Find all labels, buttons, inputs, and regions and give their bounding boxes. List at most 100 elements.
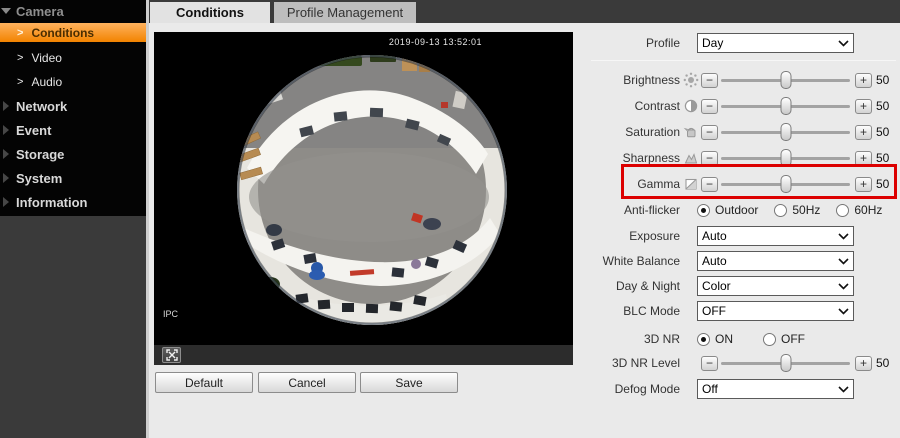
triangle-down-icon [1, 8, 11, 14]
contrast-slider-thumb[interactable] [780, 97, 791, 115]
day-night-select[interactable]: Color [697, 276, 854, 296]
saturation-slider-thumb[interactable] [780, 123, 791, 141]
defog-select[interactable]: Off [697, 379, 854, 399]
defog-row: Defog Mode Off [585, 379, 896, 399]
chevron-right-icon: > [17, 51, 24, 64]
triangle-right-icon [3, 173, 9, 183]
white-balance-select[interactable]: Auto [697, 251, 854, 271]
sidebar-section-label: System [16, 170, 63, 186]
defog-label: Defog Mode [614, 382, 680, 396]
tab-profile-management[interactable]: Profile Management [274, 2, 416, 23]
radio-checked-icon[interactable] [697, 203, 710, 217]
saturation-row: Saturation − + 50 [585, 122, 896, 142]
nr3d-level-increase-button[interactable]: + [855, 355, 872, 371]
nr3d-option-on[interactable]: ON [697, 332, 733, 346]
sidebar-section-label: Camera [16, 3, 64, 19]
brightness-decrease-button[interactable]: − [701, 72, 718, 88]
sidebar-section-event[interactable]: Event [0, 120, 146, 140]
sidebar-item-conditions[interactable]: > Conditions [0, 23, 146, 42]
video-preview: 2019-09-13 13:52:01 IPC [154, 32, 573, 365]
sharpness-slider-thumb[interactable] [780, 149, 791, 167]
gamma-increase-button[interactable]: + [855, 176, 872, 192]
radio-unchecked-icon[interactable] [763, 332, 776, 346]
contrast-slider[interactable] [721, 97, 850, 115]
nr3d-level-label: 3D NR Level [611, 356, 680, 370]
nr3d-radio-group: ON OFF [697, 332, 805, 346]
sidebar-section-information[interactable]: Information [0, 192, 146, 212]
sidebar-section-storage[interactable]: Storage [0, 144, 146, 164]
sharpness-decrease-button[interactable]: − [701, 150, 718, 166]
white-balance-label: White Balance [602, 254, 680, 268]
profile-row: Profile Day [585, 33, 896, 53]
brightness-icon [683, 72, 699, 88]
blc-mode-select[interactable]: OFF [697, 301, 854, 321]
sharpness-increase-button[interactable]: + [855, 150, 872, 166]
nr3d-level-slider-thumb[interactable] [780, 354, 791, 372]
sidebar-item-audio[interactable]: > Audio [0, 72, 146, 91]
gamma-decrease-button[interactable]: − [701, 176, 718, 192]
brightness-increase-button[interactable]: + [855, 72, 872, 88]
sidebar-section-label: Event [16, 122, 52, 138]
saturation-slider[interactable] [721, 123, 850, 141]
radio-unchecked-icon[interactable] [836, 203, 850, 217]
nr3d-option-off[interactable]: OFF [763, 332, 805, 346]
exposure-label: Exposure [629, 229, 680, 243]
gamma-slider[interactable] [721, 175, 850, 193]
white-balance-value: Auto [702, 254, 727, 268]
nr3d-row: 3D NR ON OFF [585, 329, 896, 349]
contrast-increase-button[interactable]: + [855, 98, 872, 114]
contrast-row: Contrast − + 50 [585, 96, 896, 116]
brightness-slider-thumb[interactable] [780, 71, 791, 89]
sharpness-value: 50 [876, 151, 890, 165]
tab-conditions[interactable]: Conditions [150, 2, 270, 23]
default-button[interactable]: Default [155, 372, 253, 393]
nr3d-level-row: 3D NR Level − + 50 [585, 353, 896, 373]
nr3d-level-decrease-button[interactable]: − [701, 355, 718, 371]
gamma-slider-thumb[interactable] [780, 175, 791, 193]
sharpness-label: Sharpness [622, 151, 680, 165]
anti-flicker-option-60hz[interactable]: 60Hz [836, 203, 882, 217]
sidebar-item-video[interactable]: > Video [0, 48, 146, 67]
sidebar-section-camera[interactable]: Camera [0, 1, 146, 21]
video-watermark: IPC [163, 309, 179, 319]
sharpness-slider[interactable] [721, 149, 850, 167]
radio-unchecked-icon[interactable] [774, 203, 788, 217]
nr3d-level-slider[interactable] [721, 354, 850, 372]
saturation-decrease-button[interactable]: − [701, 124, 718, 140]
anti-flicker-option-50hz[interactable]: 50Hz [774, 203, 820, 217]
day-night-value: Color [702, 279, 731, 293]
camera-settings-page: Camera > Conditions > Video > Audio Netw… [0, 0, 900, 438]
sidebar-section-system[interactable]: System [0, 168, 146, 188]
save-button[interactable]: Save [360, 372, 458, 393]
anti-flicker-radio-group: Outdoor 50Hz 60Hz [697, 203, 882, 217]
radio-checked-icon[interactable] [697, 332, 710, 346]
chevron-down-icon [838, 232, 849, 240]
brightness-value: 50 [876, 73, 890, 87]
settings-panel: Profile Day Brightness − + 50 Contrast −… [585, 0, 896, 438]
brightness-label: Brightness [623, 73, 680, 87]
sidebar-section-network[interactable]: Network [0, 96, 146, 116]
gamma-value: 50 [876, 177, 890, 191]
chevron-down-icon [838, 257, 849, 265]
sidebar-section-label: Storage [16, 146, 65, 162]
triangle-right-icon [3, 149, 9, 159]
sharpness-icon [684, 153, 698, 164]
anti-flicker-option-outdoor[interactable]: Outdoor [697, 203, 758, 217]
defog-value: Off [702, 382, 718, 396]
profile-select[interactable]: Day [697, 33, 854, 53]
radio-label: ON [715, 332, 733, 346]
sidebar-section-label: Network [16, 98, 68, 114]
radio-label: Outdoor [715, 203, 759, 217]
nr3d-level-value: 50 [876, 356, 890, 370]
contrast-decrease-button[interactable]: − [701, 98, 718, 114]
video-control-bar [154, 345, 573, 365]
gamma-row: Gamma − + 50 [585, 174, 896, 194]
profile-value: Day [702, 36, 724, 50]
brightness-slider[interactable] [721, 71, 850, 89]
exposure-select[interactable]: Auto [697, 226, 854, 246]
saturation-increase-button[interactable]: + [855, 124, 872, 140]
fullscreen-button[interactable] [162, 347, 181, 363]
cancel-button[interactable]: Cancel [258, 372, 356, 393]
brightness-row: Brightness − + 50 [585, 70, 896, 90]
white-balance-row: White Balance Auto [585, 251, 896, 271]
